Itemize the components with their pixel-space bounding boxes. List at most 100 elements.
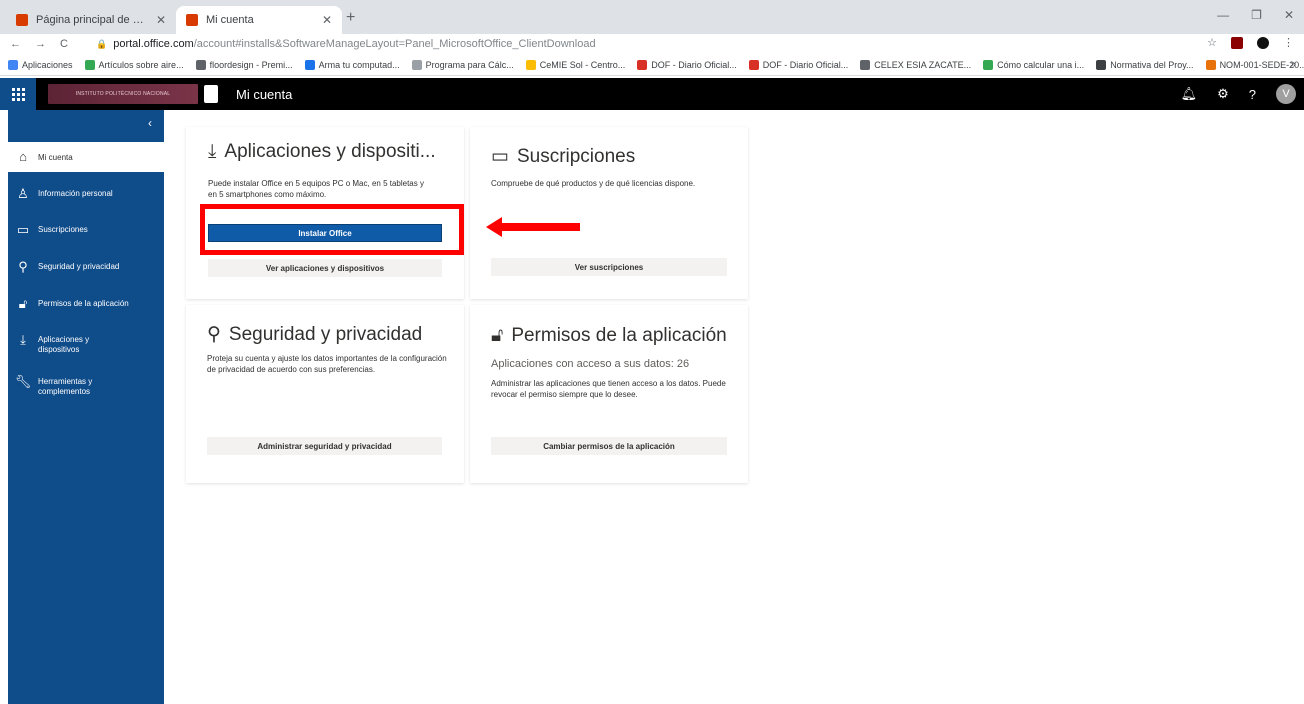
header-actions: 🔔︎ ⚙ ? V [1181,84,1296,104]
pdf-extension-icon[interactable] [1231,36,1243,49]
bookmark[interactable]: Cómo calcular una i... [983,59,1084,70]
sidebar-item-herramientas[interactable]: 🔧︎ Herramientas y complementos [8,375,164,397]
browser-tab-strip: Página principal de Microsoft Office ✕ M… [0,0,1304,34]
bookmark-icon [411,59,422,70]
card-subscriptions: ▭ Suscripciones Compruebe de qué product… [470,127,748,299]
card-description: Proteja su cuenta y ajuste los datos imp… [207,354,447,374]
red-arrow-icon [486,217,580,237]
avatar[interactable]: V [1276,84,1296,104]
card-icon: ▭ [491,146,509,167]
change-permissions-button[interactable]: Cambiar permisos de la aplicación [491,437,727,455]
bookmark-icon [84,59,95,70]
sidebar-item-aplicaciones[interactable]: ⤓ Aplicaciones y dispositivos [8,333,164,355]
card-description: Compruebe de qué productos y de qué lice… [491,179,696,188]
tab-office-home[interactable]: Página principal de Microsoft Office ✕ [6,6,176,34]
sidebar-item-permisos[interactable]: 🔓︎ Permisos de la aplicación [8,297,164,311]
lock-icon: 🔓︎ [491,325,504,346]
bookmark-icon [860,59,871,70]
wrench-icon: 🔧︎ [14,374,32,389]
bookmark-icon [525,59,536,70]
org-seal-icon [204,85,218,103]
bookmark[interactable]: Arma tu computad... [304,59,400,70]
bookmark[interactable]: CELEX ESIA ZACATE... [860,59,971,70]
url-host: portal.office.com [113,38,194,50]
address-bar: ← → C 🔒 portal.office.com/account#instal… [0,34,1304,54]
highlight-box [200,204,464,255]
toolbar-right: ☆ ⋮ [1207,36,1294,49]
back-icon[interactable]: ← [10,38,21,50]
bookmark-icon [637,59,648,70]
bookmark[interactable]: DOF - Diario Oficial... [748,59,848,70]
bookmark-icon [1205,59,1216,70]
bookmark[interactable]: Normativa del Proy... [1096,59,1194,70]
window-controls: — ❐ ✕ [1217,8,1294,22]
bookmark-icon [304,59,315,70]
office-header: INSTITUTO POLITÉCNICO NACIONAL Mi cuenta… [0,78,1304,110]
bookmark[interactable]: Programa para Cálc... [411,59,514,70]
url-field[interactable]: portal.office.com/account#installs&Softw… [113,38,595,50]
bookmark-apps[interactable]: Aplicaciones [8,59,73,70]
download-icon: ⤓ [208,141,217,162]
view-subscriptions-button[interactable]: Ver suscripciones [491,258,727,276]
lock-icon[interactable]: 🔒 [96,39,107,50]
waffle-icon [11,87,25,101]
bookmark-icon [983,59,994,70]
office-favicon-icon [16,14,28,26]
bell-icon[interactable]: 🔔︎ [1181,86,1198,102]
bookmark[interactable]: NOM-001-SEDE-20... [1205,59,1304,70]
tab-title: Página principal de Microsoft Office [36,14,150,26]
card-title: ⚲ Seguridad y privacidad [207,323,423,346]
help-icon[interactable]: ? [1249,87,1256,102]
sidebar: ‹ ⌂ Mi cuenta ♙ Información personal ▭ S… [8,110,164,704]
tab-title: Mi cuenta [206,14,254,26]
view-apps-devices-button[interactable]: Ver aplicaciones y dispositivos [208,259,442,277]
manage-security-button[interactable]: Administrar seguridad y privacidad [207,437,442,455]
reload-icon[interactable]: C [60,38,68,50]
url-path: /account#installs&SoftwareManageLayout=P… [193,38,596,50]
key-icon: ⚲ [18,259,28,274]
close-icon[interactable]: ✕ [322,13,332,27]
bookmarks-more-button[interactable]: » [1290,59,1296,70]
bookmark-icon [195,59,206,70]
page-title: Mi cuenta [236,86,293,102]
sidebar-item-seguridad[interactable]: ⚲ Seguridad y privacidad [8,260,164,274]
star-icon[interactable]: ☆ [1207,36,1217,49]
office-favicon-icon [186,14,198,26]
card-security-privacy: ⚲ Seguridad y privacidad Proteja su cuen… [186,305,464,483]
person-icon: ♙ [17,186,29,201]
download-icon: ⤓ [20,332,26,347]
sidebar-item-informacion-personal[interactable]: ♙ Información personal [8,187,164,201]
profile-icon[interactable] [1257,36,1269,49]
tab-mi-cuenta[interactable]: Mi cuenta ✕ [176,6,342,34]
app-launcher-button[interactable] [0,78,36,110]
minimize-icon[interactable]: — [1217,8,1229,22]
bookmark[interactable]: Artículos sobre aire... [84,59,184,70]
lock-icon: 🔓︎ [18,296,28,311]
card-title: ⤓ Aplicaciones y dispositi... [208,141,436,162]
sidebar-item-mi-cuenta[interactable]: ⌂ Mi cuenta [8,142,164,172]
menu-icon[interactable]: ⋮ [1283,36,1294,49]
app-access-count: Aplicaciones con acceso a sus datos: 26 [491,358,690,370]
card-description: Administrar las aplicaciones que tienen … [491,379,726,399]
bookmark[interactable]: floordesign - Premi... [195,59,293,70]
nav-buttons: ← → C [0,38,96,50]
sidebar-item-suscripciones[interactable]: ▭ Suscripciones [8,223,164,237]
forward-icon[interactable]: → [35,38,46,50]
home-icon: ⌂ [19,149,27,164]
card-app-permissions: 🔓︎ Permisos de la aplicación Aplicacione… [470,305,748,483]
bookmark[interactable]: DOF - Diario Oficial... [637,59,737,70]
card-title: ▭ Suscripciones [491,145,636,168]
new-tab-button[interactable]: + [346,9,355,27]
maximize-icon[interactable]: ❐ [1251,8,1262,22]
bookmark-icon [748,59,759,70]
apps-grid-icon [8,59,18,70]
collapse-sidebar-button[interactable]: ‹ [148,116,152,130]
bookmark[interactable]: CeMIE Sol - Centro... [525,59,625,70]
card-icon: ▭ [16,222,30,237]
card-title: 🔓︎ Permisos de la aplicación [491,325,727,346]
close-window-icon[interactable]: ✕ [1284,8,1294,22]
org-logo[interactable]: INSTITUTO POLITÉCNICO NACIONAL [48,84,198,104]
close-icon[interactable]: ✕ [156,13,166,27]
key-icon: ⚲ [207,324,221,345]
gear-icon[interactable]: ⚙ [1217,86,1229,102]
